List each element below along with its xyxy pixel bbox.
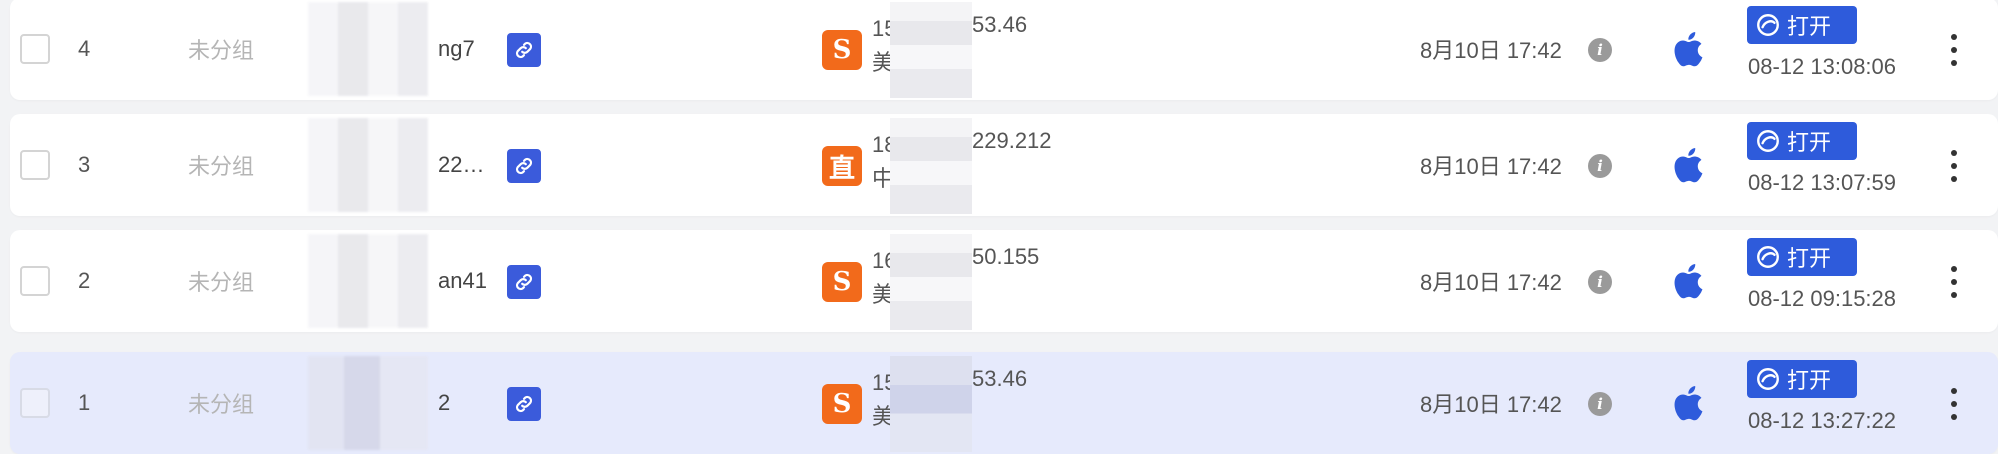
apple-icon [1670, 382, 1708, 424]
more-vertical-icon[interactable] [1948, 150, 1960, 182]
source-badge: S [822, 30, 862, 70]
more-vertical-icon[interactable] [1948, 266, 1960, 298]
open-label: 打开 [1787, 130, 1832, 155]
row-index: 3 [78, 152, 91, 177]
last-open-time: 08-12 13:08:06 [1748, 54, 1897, 79]
open-browser-button[interactable]: 打开 [1747, 360, 1857, 398]
table-row[interactable]: 1 未分组 2 S 15 美 53.46 8月10日 17:42 i 打开 08… [10, 352, 1998, 454]
apple-icon [1670, 260, 1708, 302]
created-date: 8月10日 17:42 [1420, 154, 1562, 179]
row-checkbox[interactable] [20, 150, 50, 180]
open-browser-button[interactable]: 打开 [1747, 238, 1857, 276]
open-label: 打开 [1787, 246, 1832, 271]
profile-table: 4 未分组 ng7 S 15 美 53.46 8月10日 17:42 i 打开 … [0, 0, 1998, 454]
ip-tail: 50.155 [972, 244, 1040, 269]
table-row[interactable]: 2 未分组 an41 S 16 美 50.155 8月10日 17:42 i 打… [10, 230, 1998, 332]
info-icon[interactable]: i [1588, 154, 1612, 178]
ip-redaction [890, 234, 972, 330]
browser-open-icon [1757, 130, 1779, 152]
source-badge: 直 [822, 146, 862, 186]
more-vertical-icon[interactable] [1948, 388, 1960, 420]
open-browser-button[interactable]: 打开 [1747, 122, 1857, 160]
more-vertical-icon[interactable] [1948, 34, 1960, 66]
info-icon[interactable]: i [1588, 392, 1612, 416]
table-row[interactable]: 3 未分组 22… 直 18 中 229.212 8月10日 17:42 i 打… [10, 114, 1998, 216]
last-open-time: 08-12 13:07:59 [1748, 170, 1897, 195]
open-browser-button[interactable]: 打开 [1747, 6, 1857, 44]
name-redaction [308, 356, 428, 450]
link-button[interactable] [507, 387, 541, 421]
link-icon [515, 157, 533, 175]
link-icon [515, 395, 533, 413]
row-group[interactable]: 未分组 [188, 230, 254, 332]
ip-tail: 53.46 [972, 12, 1028, 37]
apple-icon [1670, 28, 1708, 70]
info-icon[interactable]: i [1588, 38, 1612, 62]
ip-tail: 53.46 [972, 366, 1028, 391]
profile-name-text: an41 [438, 268, 487, 293]
name-redaction [308, 118, 428, 212]
row-group[interactable]: 未分组 [188, 352, 254, 454]
apple-icon [1670, 144, 1708, 186]
ip-tail: 229.212 [972, 128, 1052, 153]
created-date: 8月10日 17:42 [1420, 38, 1562, 63]
open-label: 打开 [1787, 368, 1832, 393]
link-button[interactable] [507, 149, 541, 183]
row-index: 2 [78, 268, 91, 293]
link-icon [515, 41, 533, 59]
name-redaction [308, 2, 428, 96]
ip-redaction [890, 118, 972, 214]
browser-open-icon [1757, 246, 1779, 268]
open-label: 打开 [1787, 14, 1832, 39]
name-redaction [308, 234, 428, 328]
profile-name-text: 2 [438, 390, 451, 415]
created-date: 8月10日 17:42 [1420, 270, 1562, 295]
row-group[interactable]: 未分组 [188, 114, 254, 216]
row-index: 1 [78, 390, 91, 415]
browser-open-icon [1757, 368, 1779, 390]
created-date: 8月10日 17:42 [1420, 392, 1562, 417]
link-button[interactable] [507, 265, 541, 299]
ip-redaction [890, 2, 972, 98]
info-icon[interactable]: i [1588, 270, 1612, 294]
table-row[interactable]: 4 未分组 ng7 S 15 美 53.46 8月10日 17:42 i 打开 … [10, 0, 1998, 100]
row-checkbox[interactable] [20, 34, 50, 64]
last-open-time: 08-12 09:15:28 [1748, 286, 1897, 311]
ip-redaction [890, 356, 972, 452]
source-badge: S [822, 262, 862, 302]
source-badge: S [822, 384, 862, 424]
browser-open-icon [1757, 14, 1779, 36]
row-checkbox[interactable] [20, 266, 50, 296]
link-button[interactable] [507, 33, 541, 67]
link-icon [515, 273, 533, 291]
profile-name-text: ng7 [438, 36, 475, 61]
profile-name-text: 22… [438, 152, 485, 177]
row-index: 4 [78, 36, 91, 61]
row-checkbox[interactable] [20, 388, 50, 418]
row-group[interactable]: 未分组 [188, 0, 254, 100]
last-open-time: 08-12 13:27:22 [1748, 408, 1897, 433]
